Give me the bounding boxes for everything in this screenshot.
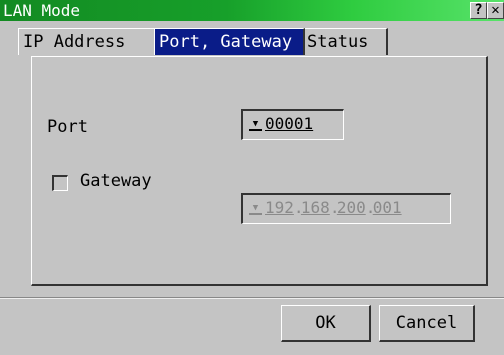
close-icon: ✕ [491,2,500,18]
port-label: Port [47,117,88,137]
close-button[interactable]: ✕ [487,2,504,19]
help-icon: ? [474,2,483,18]
tab-status[interactable]: Status [302,28,388,55]
gateway-octet-1: 192 [265,198,294,217]
gateway-address-field[interactable]: ▼ 192.168.200.001 [241,193,451,224]
title-bar: LAN Mode ? ✕ [0,0,504,21]
tab-port-gateway[interactable]: Port, Gateway [154,28,305,55]
footer-divider [0,297,504,299]
dropdown-arrow-icon: ▼ [249,203,262,215]
gateway-address: 192.168.200.001 [265,198,402,217]
window-title: LAN Mode [3,1,81,20]
gateway-label: Gateway [80,171,152,191]
port-field[interactable]: ▼ 00001 [241,109,344,140]
cancel-button[interactable]: Cancel [379,305,475,342]
dropdown-arrow-icon[interactable]: ▼ [249,119,262,131]
port-value: 00001 [265,114,314,133]
gateway-octet-2: 168 [300,198,330,217]
gateway-octet-4: 001 [372,198,402,217]
ok-button[interactable]: OK [281,305,371,342]
gateway-octet-3: 200 [336,198,366,217]
tab-ip-address[interactable]: IP Address [18,28,169,55]
gateway-checkbox[interactable] [52,175,68,191]
help-button[interactable]: ? [470,2,487,19]
